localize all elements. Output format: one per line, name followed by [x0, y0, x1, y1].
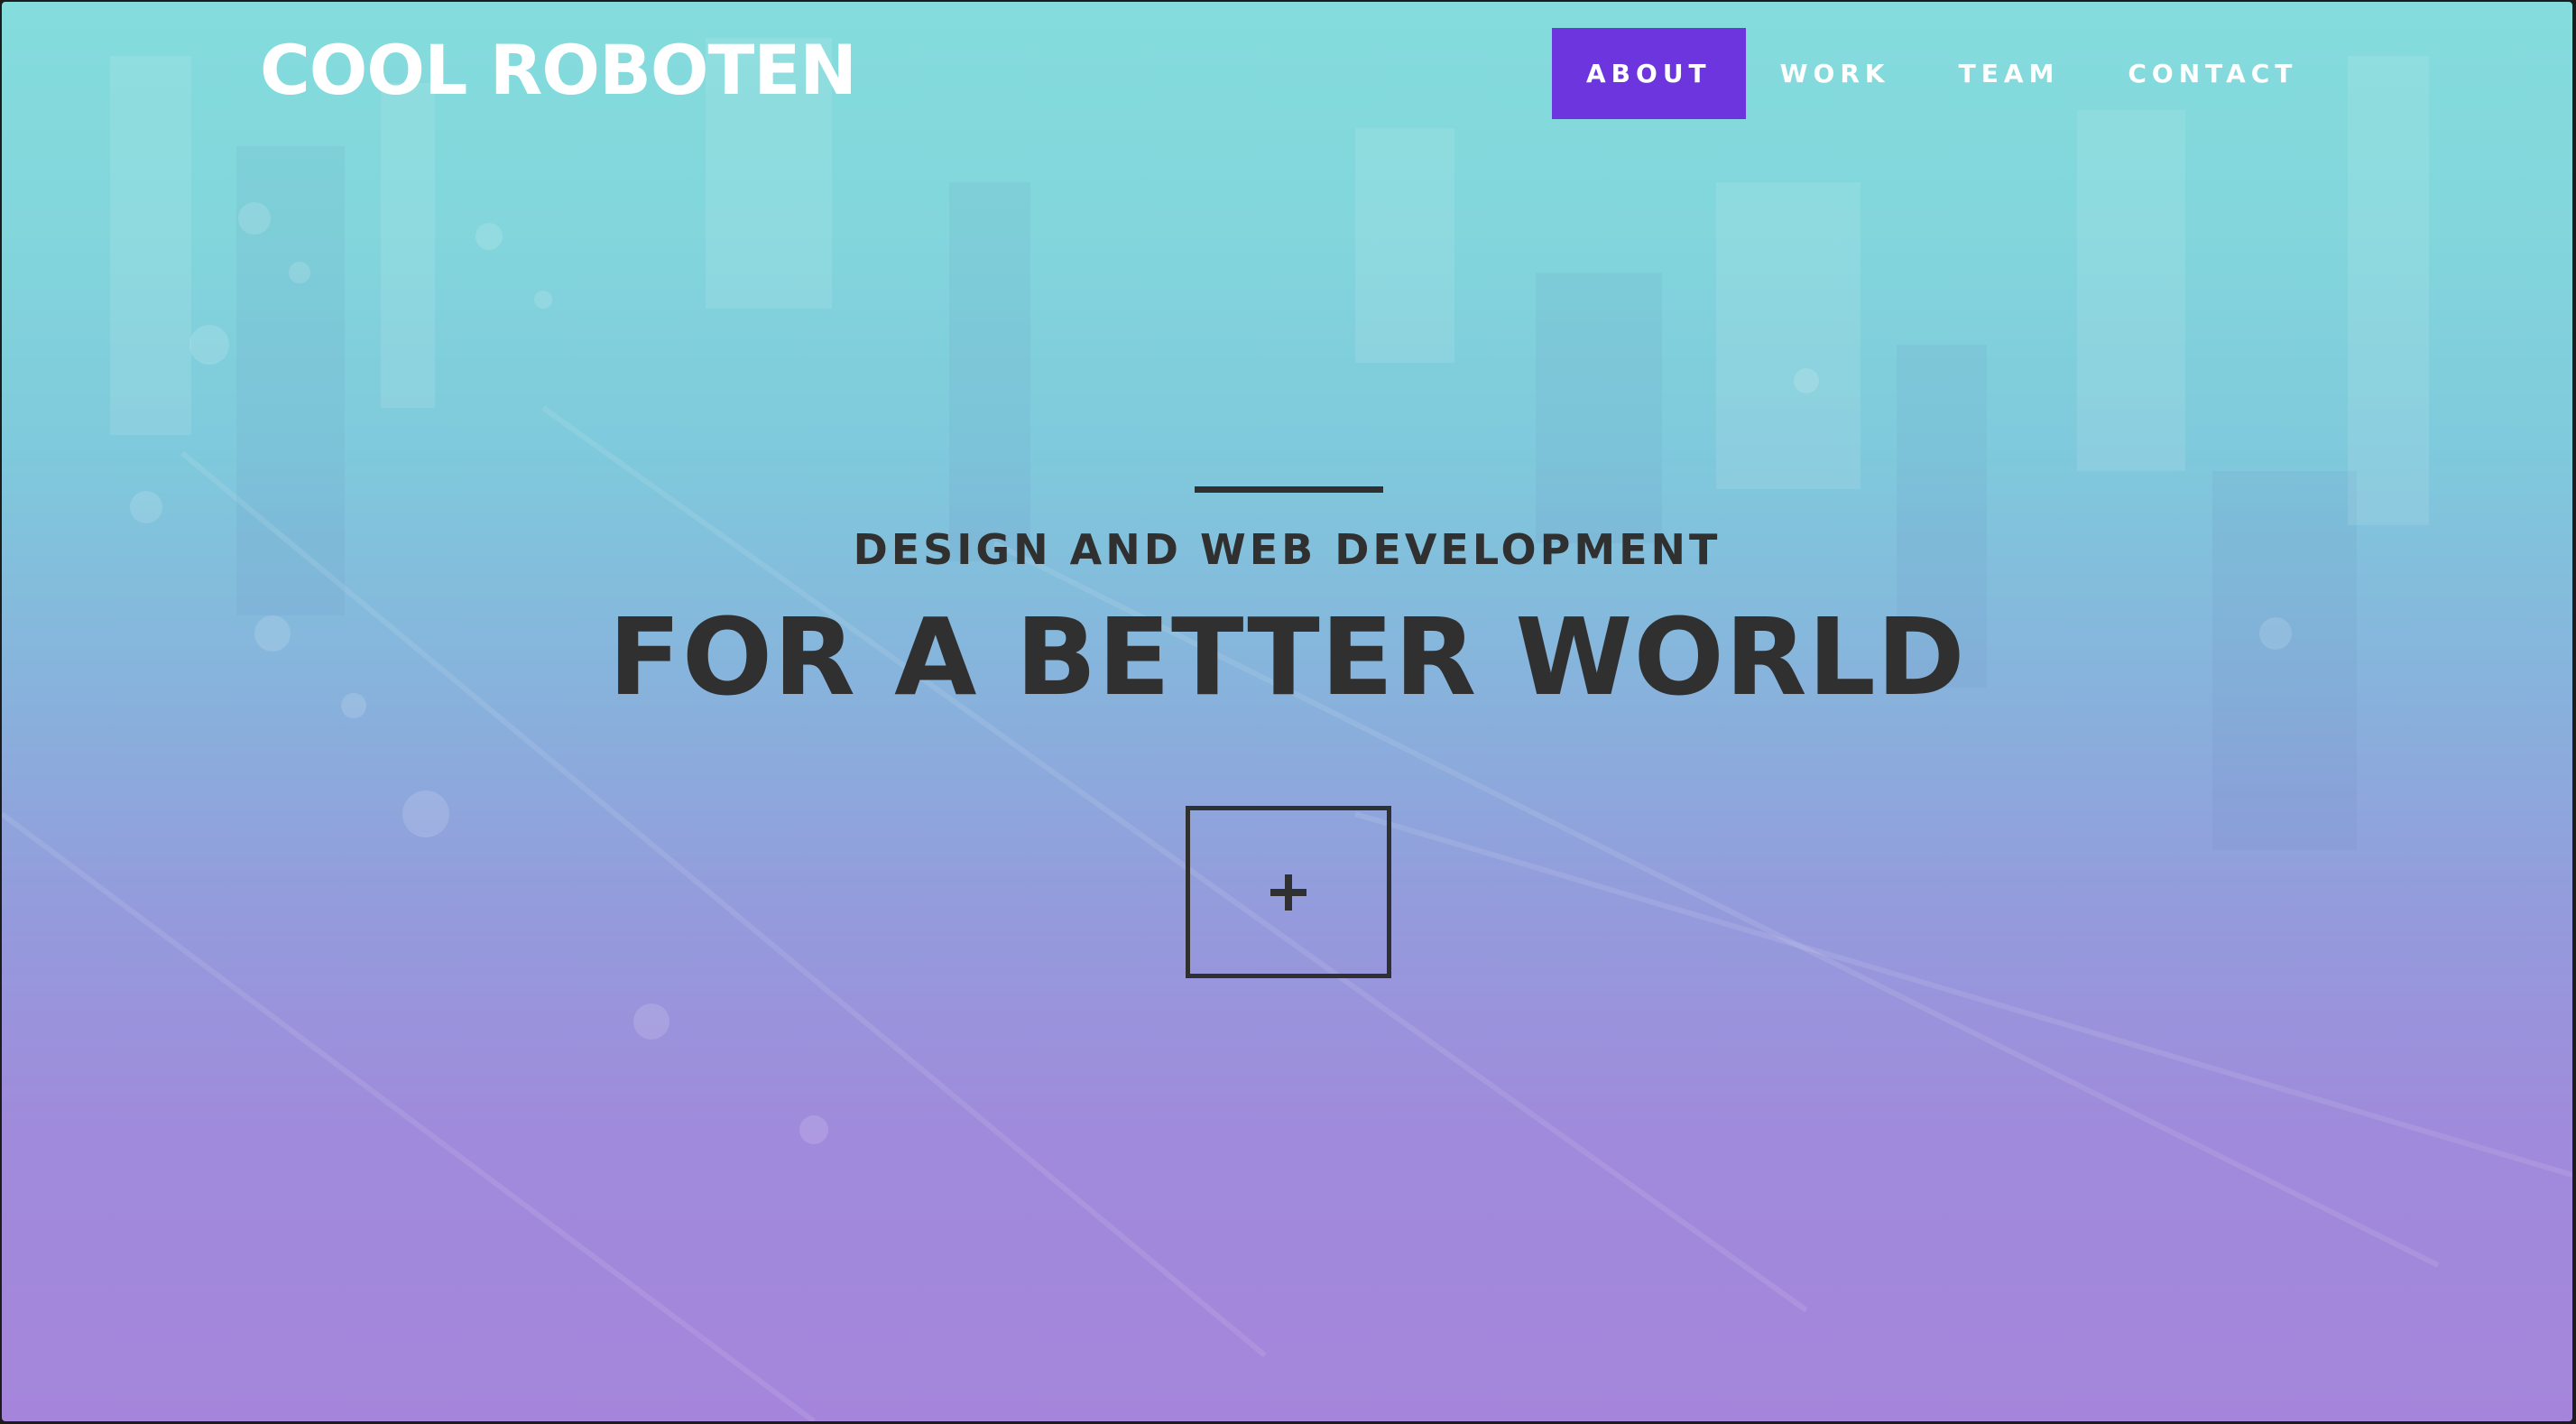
- expand-button[interactable]: [1186, 806, 1391, 978]
- hero-section: COOL ROBOTEN ABOUT WORK TEAM CONTACT DES…: [2, 2, 2572, 1421]
- main-nav: ABOUT WORK TEAM CONTACT: [1552, 28, 2331, 119]
- hero-subtitle: DESIGN AND WEB DEVELOPMENT: [853, 525, 1722, 574]
- nav-item-team[interactable]: TEAM: [1925, 28, 2094, 119]
- plus-icon: [1270, 874, 1306, 911]
- nav-item-work[interactable]: WORK: [1746, 28, 1925, 119]
- nav-item-about[interactable]: ABOUT: [1552, 28, 1746, 119]
- brand-logo[interactable]: COOL ROBOTEN: [260, 36, 857, 105]
- heading-divider: [1195, 486, 1383, 493]
- nav-item-contact[interactable]: CONTACT: [2093, 28, 2331, 119]
- hero-headline: FOR A BETTER WORLD: [608, 595, 1966, 719]
